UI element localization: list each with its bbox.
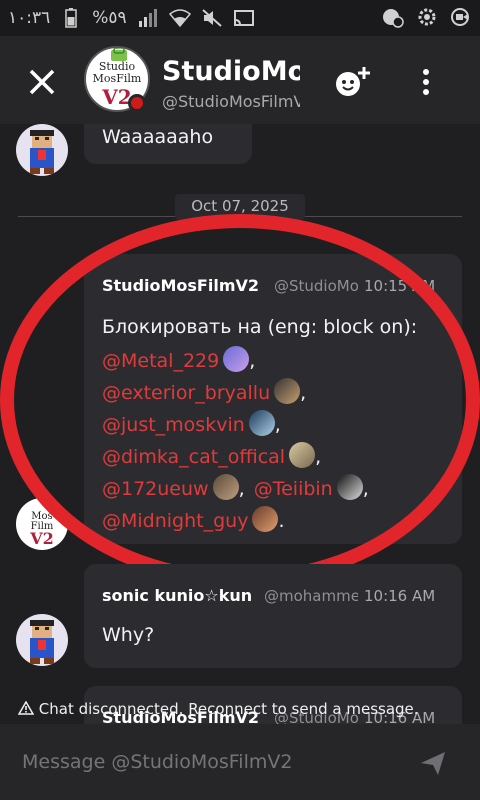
mention-link[interactable]: @Metal_229 [102,350,219,372]
mini-avatar [223,346,250,372]
mini-avatar [336,474,363,500]
message-handle: @mohammed [264,587,358,605]
separator-comma: , [238,478,245,500]
signal-icon [137,7,159,29]
send-button[interactable] [418,748,448,778]
message-text: Why? [102,624,155,646]
message-bubble[interactable]: sonic kunio☆kun @mohammed 10:16 AM Why? [84,564,462,668]
message-input[interactable] [22,746,392,778]
message-bubble[interactable]: Waaaaaaho [84,124,252,164]
mention-line: @dimka_cat_offical, [102,442,321,468]
mention-link[interactable]: @172ueuw [102,478,209,500]
separator-period: . [278,510,285,532]
mention-link[interactable]: @just_moskvin [102,414,245,436]
warning-icon [17,700,35,715]
vpn-key-icon [382,6,404,28]
separator-comma: , [362,478,369,500]
separator-comma: , [274,414,281,436]
mention-link[interactable]: @Midnight_guy [102,510,248,532]
screen-record-icon [450,6,472,28]
message-composer [0,724,480,800]
message-handle: @StudioMosFilmV2 [274,277,358,295]
cast-icon [233,7,255,29]
separator-comma: , [300,382,307,404]
header-handle: @StudioMosFilmV2 [162,92,300,111]
message-author[interactable]: sonic kunio☆kun [102,586,252,605]
send-icon [421,752,445,775]
mention-line: @just_moskvin, [102,410,281,436]
mute-icon [201,7,223,29]
more-vertical-icon [423,69,429,95]
close-icon [29,69,55,95]
mini-avatar [248,410,275,436]
mention-line: @exterior_bryallu, [102,378,306,404]
battery-percent: %٥٩ [92,8,127,28]
mention-line: @Metal_229, [102,346,255,372]
pixel-character-avatar-icon [30,620,54,664]
clock: ١٠:٣٦ [8,8,51,28]
message-text: Блокировать на (eng: block on): [102,316,418,338]
add-friend-button[interactable] [330,62,374,102]
page-title[interactable]: StudioMosFilmV2 [162,56,300,87]
avatar-v2-text: V2 [30,529,54,548]
pixel-character-avatar-icon [30,130,54,174]
avatar[interactable] [16,124,68,176]
mention-line: @172ueuw, @Teiibin, [102,474,369,500]
date-label: Oct 07, 2025 [175,194,305,220]
mini-avatar [212,474,239,500]
avatar[interactable] [16,614,68,666]
message-bubble[interactable]: StudioMosFilmV2 @StudioMosFilmV2 10:15 A… [84,254,462,544]
mention-link[interactable]: @Teiibin [254,478,333,500]
mention-link[interactable]: @exterior_bryallu [102,382,270,404]
message-timestamp: 10:16 AM [364,587,436,605]
add-friend-icon [336,67,370,96]
mini-avatar [274,378,301,404]
avatar-text-line2: MosFilm [92,72,142,85]
status-bar: ١٠:٣٦ %٥٩ [0,0,480,36]
message-text: Waaaaaaho [102,126,214,148]
separator-comma: , [249,350,256,372]
more-options-button[interactable] [410,62,442,102]
separator-comma: , [315,446,322,468]
battery-icon [60,7,82,29]
disconnect-text: Chat disconnected. Reconnect to send a m… [38,700,419,718]
avatar[interactable]: Mos Film V2 [16,498,68,550]
message-author[interactable]: StudioMosFilmV2 [102,276,259,295]
settings-gear-icon [416,6,438,28]
message-timestamp: 10:15 AM [364,277,436,295]
close-button[interactable] [22,62,62,102]
mini-avatar [289,442,316,468]
message-list[interactable]: Waaaaaaho Oct 07, 2025 Mos Film V2 Studio… [0,124,480,724]
mention-line: @Midnight_guy. [102,506,285,532]
status-indicator [128,94,146,112]
mini-avatar [252,506,279,532]
wifi-icon [168,7,191,29]
mention-link[interactable]: @dimka_cat_offical [102,446,285,468]
chat-header: StudioMosFilm V2 StudioMosFilmV2 @Studio… [0,36,480,124]
